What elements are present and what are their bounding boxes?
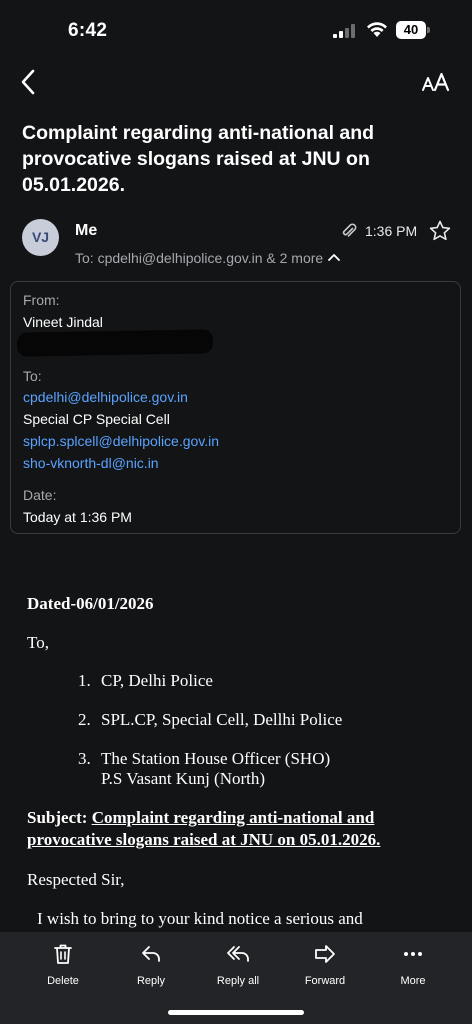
more-button[interactable]: More bbox=[369, 942, 457, 1002]
wifi-icon bbox=[367, 22, 387, 37]
reply-label: Reply bbox=[136, 975, 166, 987]
status-bar: 6:42 40 bbox=[0, 0, 472, 62]
email-details-panel: From: Vineet Jindal To: cpdelhi@delhipol… bbox=[10, 281, 461, 534]
more-label: More bbox=[400, 975, 426, 987]
body-subject-line: Complaint regarding anti-national and bbox=[91, 808, 375, 827]
to-label: To: bbox=[23, 368, 42, 384]
battery-indicator: 40 bbox=[396, 21, 430, 39]
reply-arrow-icon bbox=[142, 946, 160, 962]
star-icon[interactable] bbox=[428, 219, 452, 243]
paperclip-icon bbox=[342, 223, 357, 237]
date-value: Today at 1:36 PM bbox=[23, 509, 132, 525]
list-item: SPL.CP, Special Cell, Dellhi Police bbox=[101, 710, 343, 729]
list-number: 3. bbox=[78, 749, 91, 768]
email-subject: Complaint regarding anti-national and pr… bbox=[22, 122, 375, 196]
body-paragraph: I wish to bring to your kind notice a se… bbox=[37, 909, 363, 928]
body-to: To, bbox=[27, 633, 49, 652]
sender-name: Me bbox=[75, 222, 98, 239]
forward-arrow-icon bbox=[315, 945, 335, 963]
date-label: Date: bbox=[23, 487, 57, 503]
trash-icon bbox=[54, 944, 72, 964]
body-subject-line: provocative slogans raised at JNU on 05.… bbox=[27, 830, 381, 849]
from-name: Vineet Jindal bbox=[23, 314, 103, 330]
to-address-link[interactable]: cpdelhi@delhipolice.gov.in bbox=[23, 389, 188, 405]
home-indicator[interactable] bbox=[168, 1010, 304, 1015]
body-greeting: Respected Sir, bbox=[27, 870, 125, 889]
reply-all-button[interactable]: Reply all bbox=[194, 942, 282, 1002]
reply-button[interactable]: Reply bbox=[107, 942, 195, 1002]
forward-button[interactable]: Forward bbox=[281, 942, 369, 1002]
email-body: Dated-06/01/2026 To, 1. CP, Delhi Police… bbox=[0, 560, 472, 932]
more-dots-icon bbox=[404, 952, 422, 956]
redacted-address bbox=[16, 329, 214, 357]
to-address-link[interactable]: splcp.splcell@delhipolice.gov.in bbox=[23, 433, 219, 449]
body-subject-label: Subject: bbox=[27, 808, 88, 827]
body-dated: Dated-06/01/2026 bbox=[27, 594, 154, 613]
chevron-up-icon bbox=[328, 254, 341, 261]
battery-level: 40 bbox=[403, 22, 419, 37]
avatar: VJ bbox=[22, 219, 59, 256]
forward-label: Forward bbox=[304, 975, 346, 987]
text-size-icon[interactable] bbox=[420, 70, 452, 96]
recipients-text: To: cpdelhi@delhipolice.gov.in & 2 more bbox=[75, 250, 324, 266]
sent-time: 1:36 PM bbox=[365, 223, 418, 239]
to-address-link[interactable]: sho-vknorth-dl@nic.in bbox=[23, 455, 159, 471]
back-chevron-icon[interactable] bbox=[14, 66, 44, 98]
body-subject: Subject: Complaint regarding anti-nation… bbox=[27, 807, 457, 851]
from-label: From: bbox=[23, 292, 60, 308]
delete-label: Delete bbox=[47, 975, 79, 987]
list-item: CP, Delhi Police bbox=[101, 671, 213, 690]
reply-all-arrow-icon bbox=[227, 946, 249, 962]
reply-all-label: Reply all bbox=[216, 975, 260, 987]
list-number: 1. bbox=[78, 671, 91, 690]
status-time: 6:42 bbox=[68, 20, 108, 41]
cellular-signal-icon bbox=[333, 24, 355, 38]
delete-button[interactable]: Delete bbox=[19, 942, 107, 1002]
list-item-continuation: P.S Vasant Kunj (North) bbox=[101, 769, 266, 788]
recipients-summary[interactable]: To: cpdelhi@delhipolice.gov.in & 2 more bbox=[75, 250, 341, 266]
list-item: The Station House Officer (SHO) bbox=[101, 749, 331, 768]
list-number: 2. bbox=[78, 710, 91, 729]
to-name: Special CP Special Cell bbox=[23, 411, 170, 427]
